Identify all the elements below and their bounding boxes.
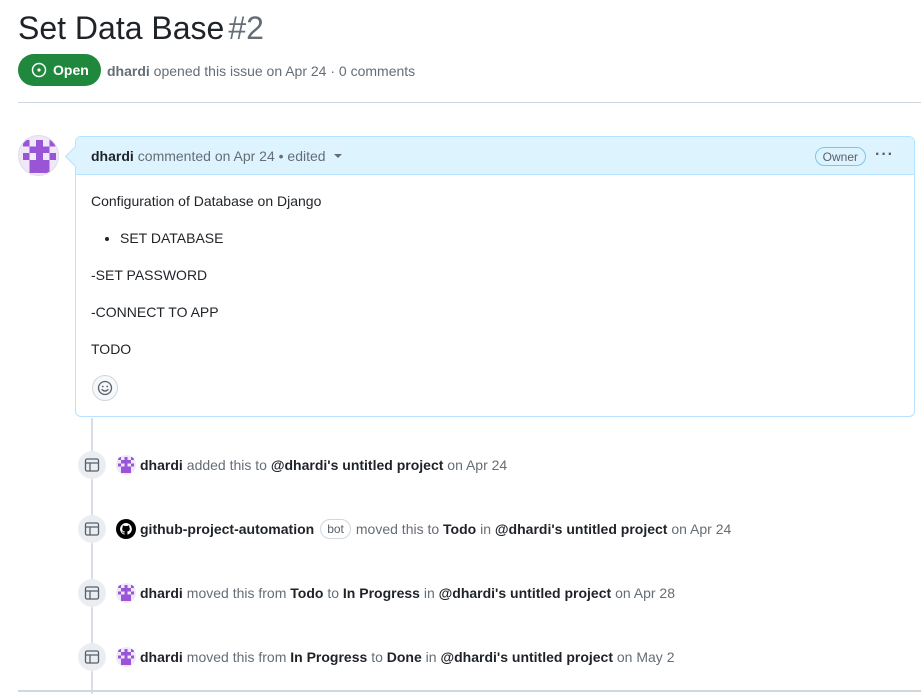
avatar[interactable] (116, 583, 136, 603)
smiley-icon (97, 380, 113, 396)
status-column-name: In Progress (290, 649, 368, 665)
bot-badge: bot (320, 519, 351, 539)
project-link[interactable]: @dhardi's untitled project (439, 585, 612, 601)
issue-meta-text: opened this issue on Apr 24 · 0 comments (153, 63, 416, 79)
event-text: added this to (186, 457, 267, 473)
event-actor-link[interactable]: dhardi (140, 649, 183, 665)
status-column-name: Done (386, 649, 422, 665)
project-link[interactable]: @dhardi's untitled project (440, 649, 613, 665)
project-link[interactable]: @dhardi's untitled project (271, 457, 444, 473)
list-item: SET DATABASE (120, 230, 223, 246)
comment-author-avatar[interactable] (18, 135, 59, 176)
issue-title-text: Set Data Base (18, 10, 225, 46)
avatar[interactable] (116, 647, 136, 667)
issue-state-label: Open (53, 62, 89, 78)
add-reaction-button[interactable] (92, 375, 118, 401)
project-table-icon (78, 451, 106, 479)
event-text: to (327, 585, 340, 601)
comment-header-text: commented on Apr 24 • edited (137, 147, 326, 164)
comment-line-todo: TODO (91, 341, 132, 357)
issue-author-link[interactable]: dhardi (107, 63, 150, 79)
issue-comment: dhardi commented on Apr 24 • edited Owne… (75, 136, 915, 417)
event-date: on May 2 (616, 649, 675, 665)
event-text: moved this to (355, 521, 440, 537)
event-text: moved this from (186, 585, 287, 601)
issue-state-badge: Open (18, 54, 101, 86)
event-actor-link[interactable]: github-project-automation (140, 521, 314, 537)
edit-history-dropdown-icon[interactable] (333, 153, 342, 158)
event-date: on Apr 24 (447, 457, 508, 473)
issue-number: #2 (228, 10, 264, 46)
comment-line-password: -SET PASSWORD (91, 267, 208, 283)
event-text: in (425, 649, 437, 665)
comment-author-link[interactable]: dhardi (91, 148, 134, 164)
event-actor-link[interactable]: dhardi (140, 585, 183, 601)
event-text: moved this from (186, 649, 287, 665)
kebab-horizontal-icon[interactable]: ··· (875, 147, 894, 163)
issue-title: Set Data Base #2 (18, 8, 264, 48)
project-link[interactable]: @dhardi's untitled project (495, 521, 668, 537)
project-table-icon (78, 579, 106, 607)
event-date: on Apr 28 (615, 585, 675, 601)
comment-line-connect: -CONNECT TO APP (91, 304, 219, 320)
owner-badge: Owner (814, 147, 866, 166)
status-column-name: In Progress (342, 585, 420, 601)
status-column-name: Todo (443, 521, 477, 537)
event-text: to (371, 649, 383, 665)
timeline-event: github-project-automation bot moved this… (78, 513, 731, 545)
github-mark-icon[interactable] (116, 519, 136, 539)
project-table-icon (78, 643, 106, 671)
issue-meta: dhardi opened this issue on Apr 24 · 0 c… (107, 63, 415, 79)
event-text: in (480, 521, 492, 537)
comment-intro: Configuration of Database on Django (91, 193, 322, 209)
event-text: in (423, 585, 435, 601)
project-table-icon (78, 515, 106, 543)
timeline-event: dhardi added this to @dhardi's untitled … (78, 449, 507, 481)
comment-header: dhardi commented on Apr 24 • edited Owne… (76, 137, 914, 175)
footer-divider (18, 690, 921, 692)
avatar[interactable] (116, 455, 136, 475)
timeline-event: dhardi moved this from In Progress to Do… (78, 641, 674, 673)
timeline-event: dhardi moved this from Todo to In Progre… (78, 577, 675, 609)
issue-opened-icon (31, 62, 47, 78)
header-divider (18, 102, 921, 103)
event-actor-link[interactable]: dhardi (140, 457, 183, 473)
status-column-name: Todo (290, 585, 324, 601)
comment-bullet-list: SET DATABASE (104, 230, 223, 246)
event-date: on Apr 24 (671, 521, 732, 537)
